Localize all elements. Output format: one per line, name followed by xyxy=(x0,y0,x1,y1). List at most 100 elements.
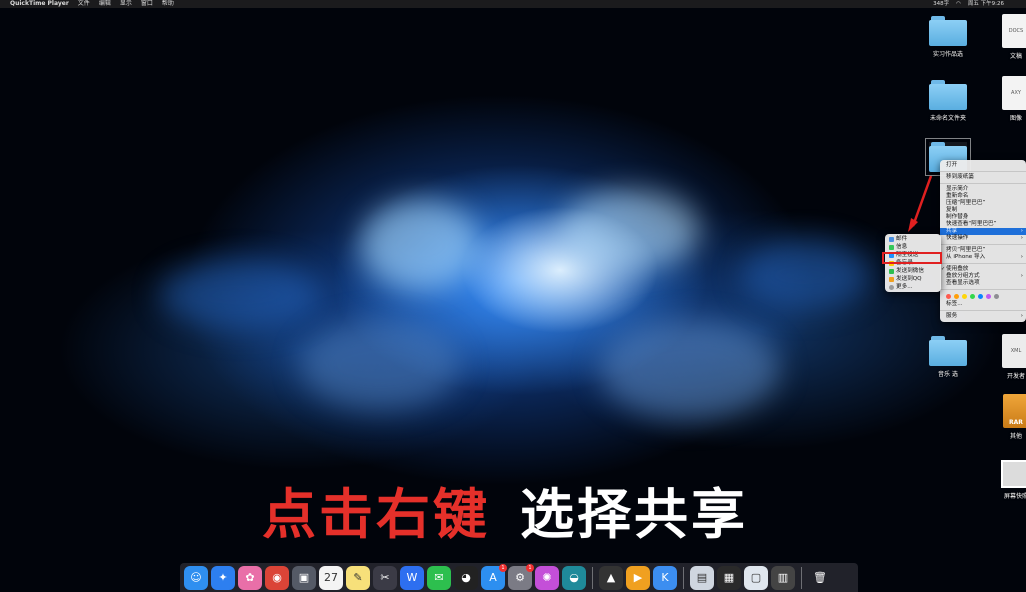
menu-item-tags[interactable]: 标签... xyxy=(940,301,1026,308)
desktop-item-label: 未命名文件夹 xyxy=(929,115,966,122)
menu-item-open[interactable]: 打开 xyxy=(940,162,1026,169)
downloads-stack-icon[interactable]: ▤ xyxy=(690,565,714,590)
tag-color-purple[interactable] xyxy=(986,294,991,299)
clock-status[interactable]: 周五 下午9:26 xyxy=(968,0,1004,8)
finder-icon[interactable]: ☺ xyxy=(184,565,208,590)
tag-color-blue[interactable] xyxy=(978,294,983,299)
desktop-folder[interactable]: 未命名文件夹 xyxy=(918,80,978,122)
infuse-icon[interactable]: ▶ xyxy=(626,565,650,590)
menu-separator xyxy=(940,183,1026,184)
desktop-item-label: 实习作品选 xyxy=(932,51,963,58)
system-preferences-icon[interactable]: ⚙ 1 xyxy=(508,563,534,590)
tag-color-green[interactable] xyxy=(970,294,975,299)
desktop-item-label: 图像 xyxy=(1009,115,1022,122)
notification-badge: 1 xyxy=(526,563,534,572)
menu-separator xyxy=(940,289,1026,290)
inkscape-icon[interactable]: ▲ xyxy=(599,565,623,590)
desktop-document[interactable]: DOCS 文稿 xyxy=(986,14,1026,60)
keyboard-stack-icon[interactable]: ▦ xyxy=(717,565,741,590)
screenshot-stack-icon[interactable]: ▥ xyxy=(771,565,795,590)
menu-help[interactable]: 帮助 xyxy=(162,0,174,8)
desktop-folder[interactable]: 实习作品选 xyxy=(918,16,978,58)
photo-booth-icon[interactable]: ▣ xyxy=(292,565,316,590)
document-icon: DOCS xyxy=(1002,14,1026,48)
tag-color-yellow[interactable] xyxy=(962,294,967,299)
dock: ☺ ✦ ✿ ◉ ▣ 27 ✎ ✂ W ✉ ◕ A 1 ⚙ 1 ✺ ◒ ▲ ▶ K ▤ ▦ ▢ ▥ 🗑 xyxy=(180,563,858,592)
notes-icon[interactable]: ✎ xyxy=(346,565,370,590)
menu-separator xyxy=(940,171,1026,172)
share-item-label: 邮件 xyxy=(896,236,908,242)
chrome-icon[interactable]: ◉ xyxy=(265,565,289,590)
tag-color-row xyxy=(940,292,1026,301)
desktop-archive[interactable]: RAR 其他 xyxy=(986,394,1026,440)
share-item-mail[interactable]: 邮件 xyxy=(885,235,941,243)
desktop-folder[interactable]: 音乐 选 xyxy=(918,336,978,378)
screenshot-thumbnail-icon xyxy=(1001,460,1026,488)
final-cut-icon[interactable]: ✂ xyxy=(373,565,397,590)
share-item-messages[interactable]: 信息 xyxy=(885,243,941,251)
cloud-shape xyxy=(160,260,320,330)
tag-color-orange[interactable] xyxy=(954,294,959,299)
caption-part-2: 选择共享 xyxy=(520,483,748,546)
edge-icon[interactable]: ◒ xyxy=(562,565,586,590)
calendar-icon[interactable]: 27 xyxy=(319,565,343,590)
menu-separator xyxy=(940,263,1026,264)
menu-bar: QuickTime Player 文件 编辑 显示 窗口 帮助 348字 ◠ 周… xyxy=(0,0,1026,8)
desktop-item-label: 开发者 xyxy=(1006,373,1025,380)
menu-item-group-stacks-by[interactable]: 叠放分组方式 xyxy=(940,273,1026,280)
k-app-icon[interactable]: K xyxy=(653,565,677,590)
desktop-document[interactable]: AXY 图像 xyxy=(986,76,1026,122)
menu-item-get-info[interactable]: 显示简介 xyxy=(940,186,1026,193)
tag-color-gray[interactable] xyxy=(994,294,999,299)
screen-stack-icon[interactable]: ▢ xyxy=(744,565,768,590)
photos-icon[interactable]: ✿ xyxy=(238,565,262,590)
menu-item-rename[interactable]: 重新命名 xyxy=(940,193,1026,200)
tag-color-red[interactable] xyxy=(946,294,951,299)
menu-file[interactable]: 文件 xyxy=(78,0,90,8)
mail-icon xyxy=(889,236,894,242)
menu-item-import-from-iphone[interactable]: 从 iPhone 导入 xyxy=(940,254,1026,261)
share-item-wechat[interactable]: 发送到微信 xyxy=(885,267,941,275)
share-item-qq[interactable]: 发送到QQ xyxy=(885,275,941,283)
share-item-label: 发送到微信 xyxy=(896,268,924,274)
word-count-status[interactable]: 348字 xyxy=(933,0,949,8)
menu-item-compress[interactable]: 压缩“阿里巴巴” xyxy=(940,200,1026,207)
menu-item-show-view-options[interactable]: 查看显示选项 xyxy=(940,280,1026,287)
menu-view[interactable]: 显示 xyxy=(120,0,132,8)
dock-separator xyxy=(683,566,684,589)
menu-item-quick-actions[interactable]: 快速操作 xyxy=(940,235,1026,242)
menu-item-use-stacks[interactable]: 使用叠放 xyxy=(940,266,1026,273)
folder-icon xyxy=(929,336,967,366)
desktop-item-label: 文稿 xyxy=(1009,53,1022,60)
cloud-shape xyxy=(360,200,480,290)
dock-separator xyxy=(801,566,802,589)
menu-item-share[interactable]: 共享 xyxy=(940,228,1026,235)
rar-archive-icon: RAR xyxy=(1003,394,1026,428)
menu-item-quick-look[interactable]: 快速查看“阿里巴巴” xyxy=(940,221,1026,228)
menu-item-make-alias[interactable]: 制作替身 xyxy=(940,214,1026,221)
menu-app-name[interactable]: QuickTime Player xyxy=(10,0,69,8)
share-item-label: 发送到QQ xyxy=(896,276,922,282)
desktop-screenshot[interactable]: 屏幕快照 xyxy=(986,460,1026,500)
cloud-shape xyxy=(300,320,460,410)
menu-item-copy[interactable]: 拷贝“阿里巴巴” xyxy=(940,247,1026,254)
share-item-label: 更多... xyxy=(896,284,913,290)
safari-icon[interactable]: ✦ xyxy=(211,565,235,590)
menu-item-move-to-trash[interactable]: 移到废纸篓 xyxy=(940,174,1026,181)
wifi-icon[interactable]: ◠ xyxy=(956,0,961,8)
qq-icon[interactable]: ◕ xyxy=(454,565,478,590)
app-store-icon[interactable]: A1 xyxy=(481,563,507,590)
flower-app-icon[interactable]: ✺ xyxy=(535,565,559,590)
wechat-icon[interactable]: ✉ xyxy=(427,565,451,590)
desktop-document[interactable]: XML 开发者 xyxy=(986,334,1026,380)
share-item-more[interactable]: 更多... xyxy=(885,283,941,291)
menu-window[interactable]: 窗口 xyxy=(141,0,153,8)
menu-item-duplicate[interactable]: 复制 xyxy=(940,207,1026,214)
airdrop-highlight-box xyxy=(882,252,942,264)
share-item-label: 信息 xyxy=(896,244,908,250)
trash-icon[interactable]: 🗑 xyxy=(808,566,832,590)
menu-edit[interactable]: 编辑 xyxy=(99,0,111,8)
folder-icon xyxy=(929,16,967,46)
wps-icon[interactable]: W xyxy=(400,565,424,590)
menu-item-services[interactable]: 服务 xyxy=(940,313,1026,320)
